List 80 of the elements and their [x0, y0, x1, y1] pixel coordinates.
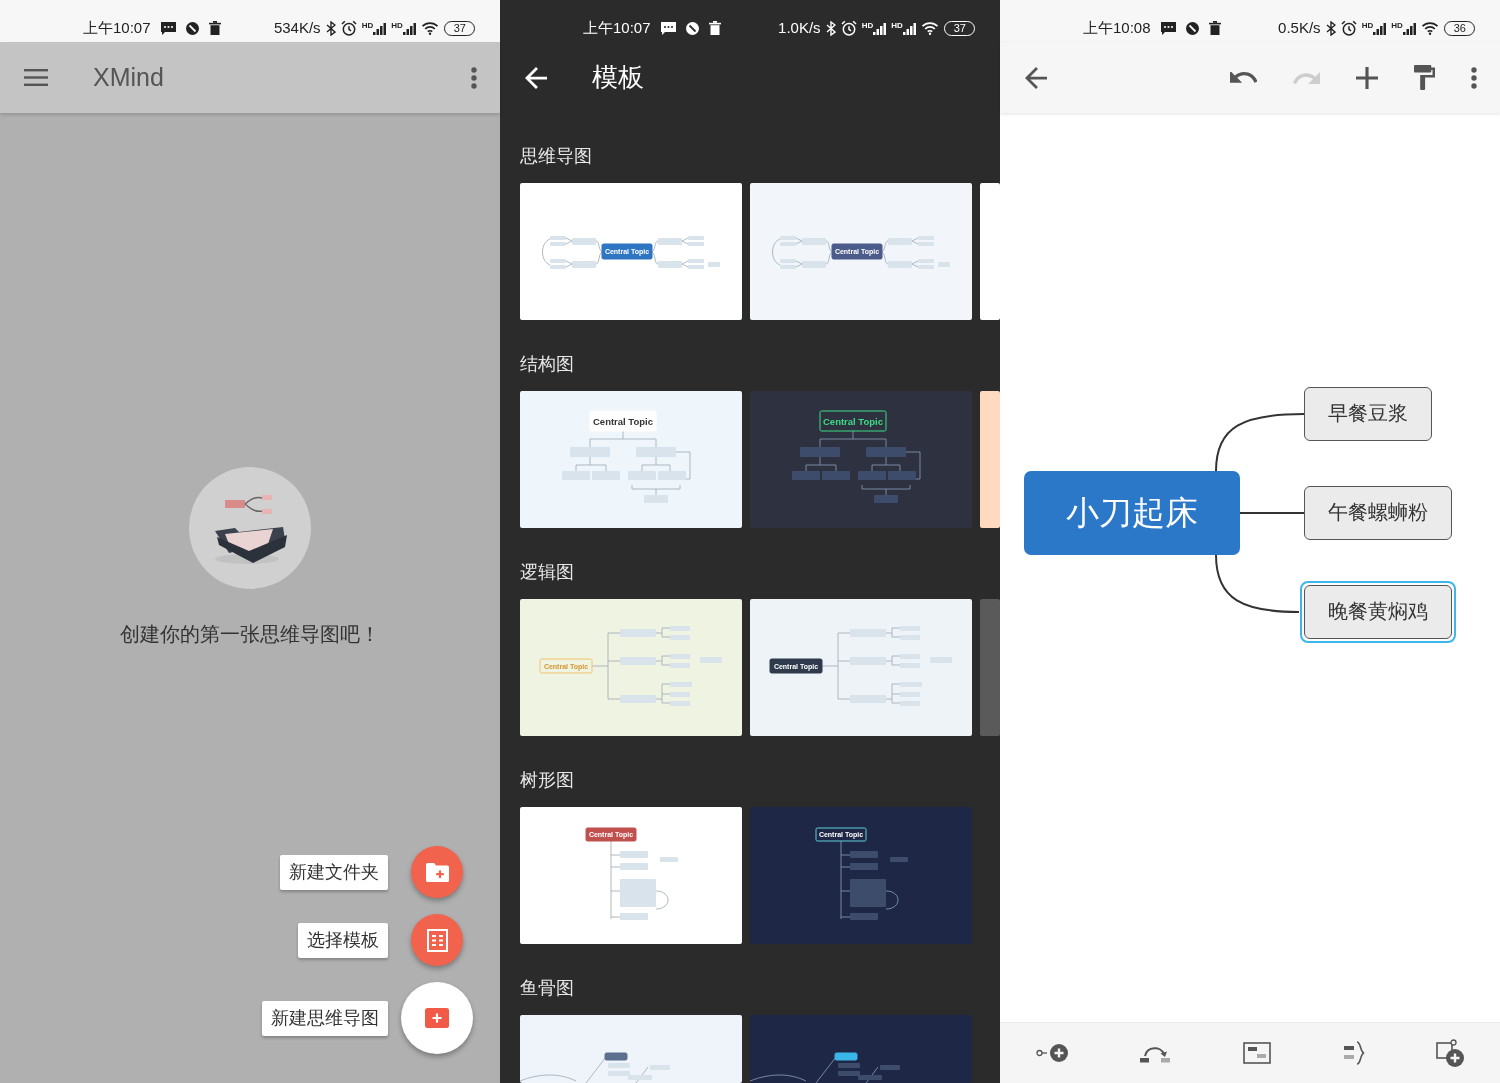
signal-icon [1373, 21, 1387, 35]
template-thumbnail[interactable] [980, 599, 1000, 736]
template-thumbnail[interactable] [980, 391, 1000, 528]
alarm-icon [1340, 20, 1357, 36]
back-icon[interactable] [1025, 66, 1047, 89]
plus-icon[interactable] [1356, 66, 1378, 89]
section-title: 逻辑图 [520, 561, 575, 584]
fab-label[interactable]: 新建文件夹 [280, 854, 388, 890]
section-title: 思维导图 [520, 145, 593, 168]
new-map-button[interactable] [401, 982, 473, 1054]
plus-square-icon [425, 1008, 449, 1028]
alarm-icon [340, 20, 357, 36]
node-plus-icon[interactable] [1035, 1044, 1068, 1062]
topic-label: Central Topic [823, 415, 883, 427]
central-topic[interactable]: 小刀起床 [1024, 471, 1240, 555]
alarm-icon [840, 20, 857, 36]
network-type-label: HD [1391, 21, 1403, 30]
network-speed: 1.0K/s [778, 19, 821, 37]
new-folder-button[interactable] [411, 846, 463, 898]
undo-icon[interactable] [1230, 71, 1257, 84]
wifi-icon [1420, 21, 1439, 35]
message-icon [660, 21, 676, 35]
bluetooth-icon [1325, 20, 1336, 36]
connector-line [1239, 512, 1305, 514]
template-thumbnail[interactable] [980, 183, 1000, 320]
block-icon [685, 21, 699, 35]
trash-icon [1208, 21, 1221, 35]
app-title: XMind [93, 63, 164, 92]
network-type-label: HD [1361, 21, 1374, 30]
bluetooth-icon [325, 20, 336, 36]
status-time: 上午10:07 [583, 19, 651, 37]
wifi-icon [920, 21, 939, 35]
network-speed: 0.5K/s [1278, 19, 1321, 37]
more-icon[interactable] [1471, 66, 1477, 89]
status-time: 上午10:08 [1083, 19, 1151, 37]
network-type-label: HD [391, 21, 403, 30]
empty-state-message: 创建你的第一张思维导图吧！ [120, 622, 380, 647]
signal-icon [373, 21, 387, 35]
template-thumbnail[interactable] [750, 1015, 972, 1083]
signal-icon [873, 21, 887, 35]
status-time: 上午10:07 [83, 19, 151, 37]
network-type-label: HD [361, 21, 374, 30]
topic-label: Central Topic [593, 415, 653, 427]
template-thumbnail[interactable]: Central Topic [750, 391, 972, 528]
back-icon[interactable] [525, 66, 547, 89]
menu-icon[interactable] [24, 69, 48, 86]
signal-icon [1402, 21, 1416, 35]
network-type-label: HD [861, 21, 874, 30]
bluetooth-icon [825, 20, 836, 36]
fab-label[interactable]: 新建思维导图 [262, 1000, 388, 1036]
framed-bars-icon[interactable] [1243, 1042, 1271, 1064]
section-title: 树形图 [520, 769, 575, 792]
paint-roller-icon[interactable] [1414, 65, 1435, 90]
template-grid-icon [426, 928, 448, 952]
template-button[interactable] [411, 914, 463, 966]
template-thumbnail[interactable]: Central Topic [520, 391, 742, 528]
topic-node[interactable]: 午餐螺蛳粉 [1304, 486, 1452, 540]
screen-title: 模板 [592, 61, 644, 94]
section-title: 鱼骨图 [520, 977, 575, 1000]
fab-label[interactable]: 选择模板 [298, 922, 388, 958]
folder-plus-icon [425, 862, 449, 882]
more-icon[interactable] [471, 66, 477, 89]
signal-icon [402, 21, 416, 35]
block-icon [1185, 21, 1199, 35]
folder-illustration-icon [189, 467, 311, 589]
block-icon [185, 21, 199, 35]
trash-icon [208, 21, 221, 35]
section-title: 结构图 [520, 353, 575, 376]
trash-icon [708, 21, 721, 35]
template-thumbnail[interactable] [520, 1015, 742, 1083]
topic-node[interactable]: 晚餐黄焖鸡 [1299, 580, 1456, 643]
signal-icon [902, 21, 916, 35]
network-type-label: HD [891, 21, 903, 30]
square-plus-icon[interactable] [1436, 1039, 1465, 1067]
wifi-icon [420, 21, 439, 35]
message-icon [1160, 21, 1176, 35]
network-speed: 534K/s [273, 19, 321, 37]
topic-node[interactable]: 早餐豆浆 [1304, 387, 1432, 441]
message-icon [160, 21, 176, 35]
brace-icon[interactable] [1342, 1041, 1365, 1065]
